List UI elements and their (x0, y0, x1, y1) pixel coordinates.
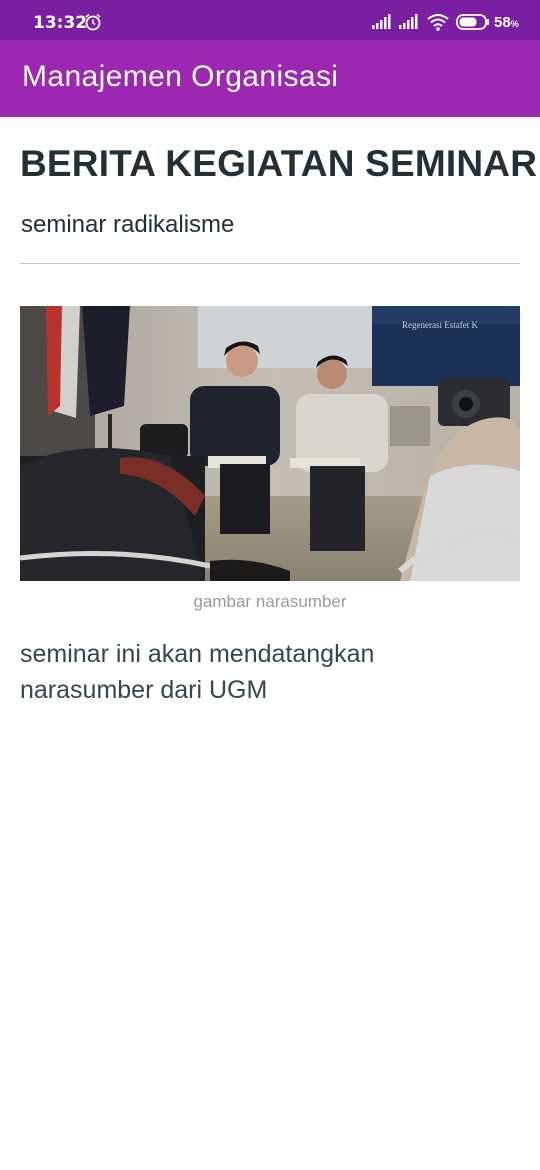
image-caption: gambar narasumber (193, 592, 347, 611)
battery-level: 58% (494, 14, 519, 31)
alarm-icon (85, 13, 101, 31)
signal-icon (372, 14, 391, 29)
status-time: 13:32 (33, 13, 88, 33)
signal-icon-2 (399, 14, 418, 29)
wifi-icon (427, 14, 449, 31)
projection-text: Regenerasi Estafet K (402, 320, 478, 330)
article-body: seminar ini akan mendatangkan narasumber… (20, 640, 375, 704)
app-title: Manajemen Organisasi (22, 60, 339, 93)
battery-icon (456, 14, 489, 30)
status-bar: 13:32 58% (0, 0, 540, 40)
app-bar: Manajemen Organisasi (0, 40, 540, 117)
article-image[interactable]: Regenerasi Estafet K (20, 306, 520, 581)
article-subtitle: seminar radikalisme (21, 211, 235, 238)
divider (20, 263, 520, 264)
page-title: BERITA KEGIATAN SEMINAR (20, 143, 538, 184)
